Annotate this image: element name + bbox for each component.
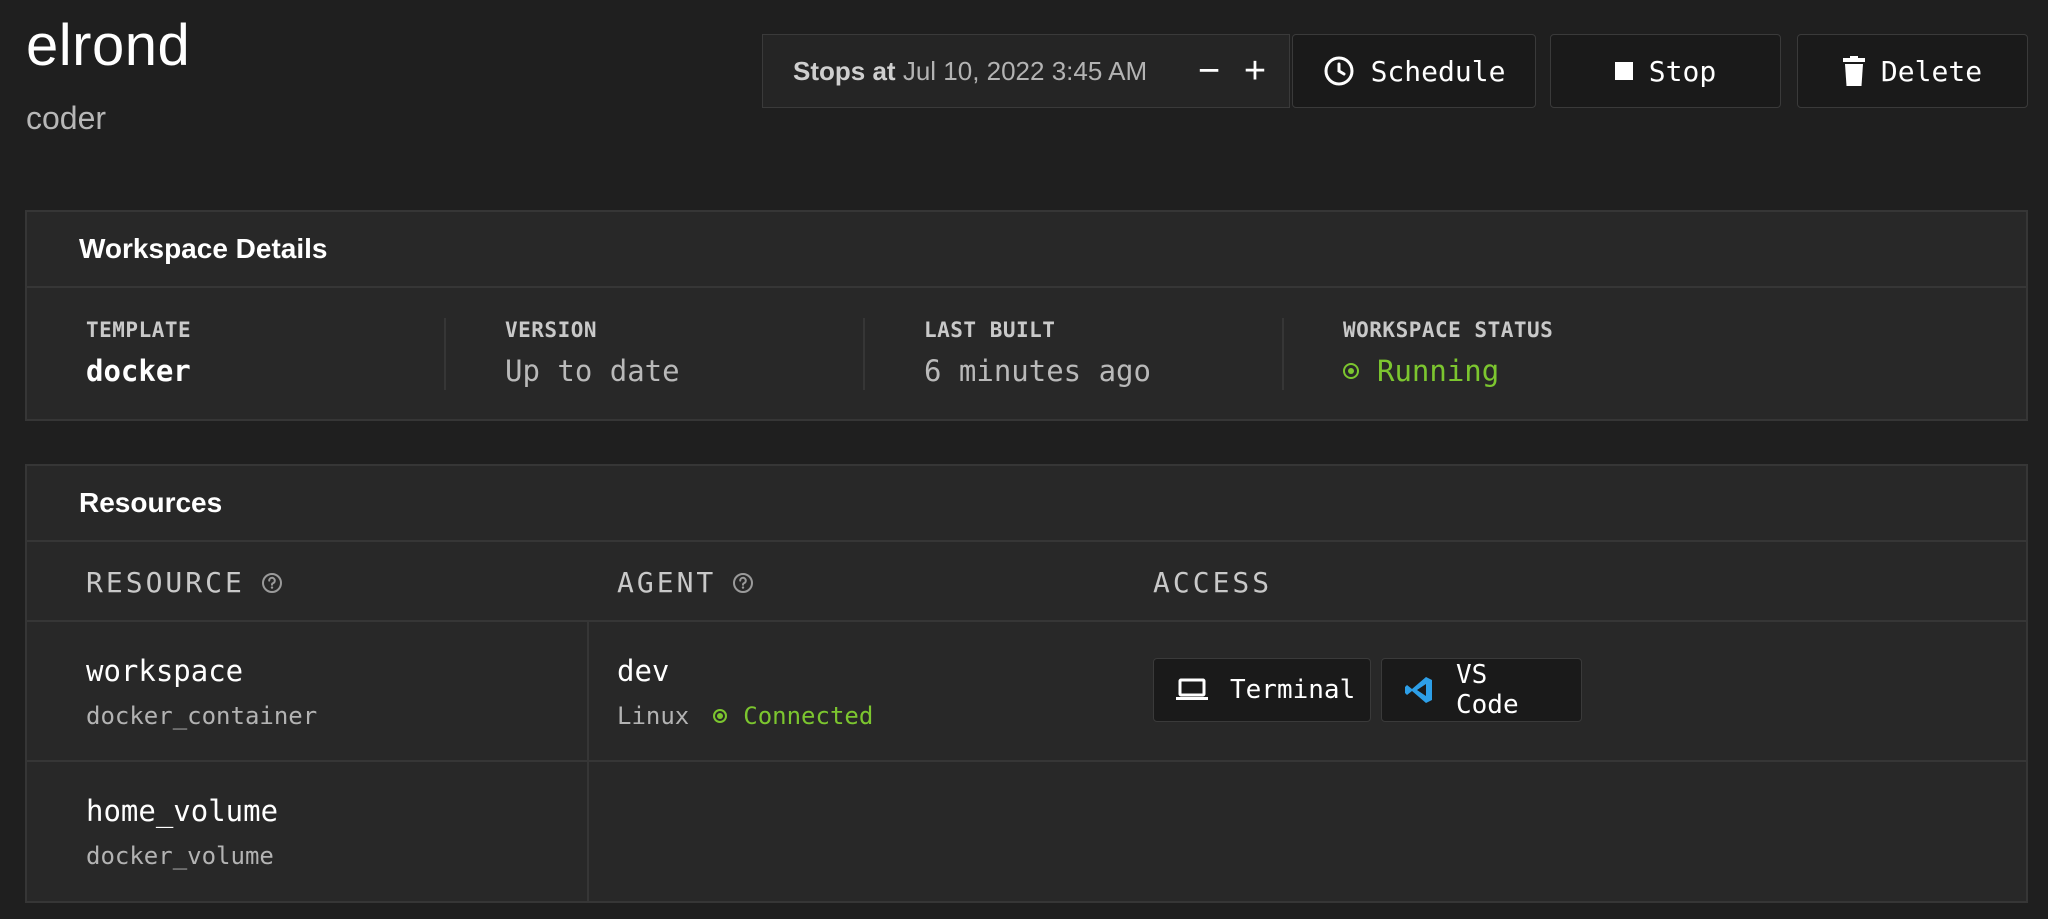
- detail-template-value: docker: [86, 354, 191, 388]
- agent-meta: Linux Connected: [617, 702, 873, 730]
- workspace-owner: coder: [26, 100, 107, 136]
- column-divider: [587, 762, 589, 901]
- resource-name: workspace: [86, 654, 244, 688]
- detail-divider: [863, 318, 865, 390]
- column-divider: [587, 622, 589, 762]
- stops-at-text: Stops at Jul 10, 2022 3:45 AM: [793, 56, 1147, 87]
- schedule-banner: Stops at Jul 10, 2022 3:45 AM − +: [762, 34, 1290, 108]
- terminal-button-label: Terminal: [1230, 675, 1356, 705]
- workspace-status-badge: Running: [1343, 354, 1553, 388]
- access-column-header: ACCESS: [1153, 566, 1272, 599]
- detail-status-label: WORKSPACE STATUS: [1343, 318, 1554, 342]
- detail-template-label: TEMPLATE: [86, 318, 192, 342]
- schedule-button[interactable]: Schedule: [1292, 34, 1536, 108]
- workspace-status-value: Running: [1377, 354, 1500, 388]
- stop-button[interactable]: Stop: [1550, 34, 1781, 108]
- help-icon[interactable]: [732, 572, 754, 594]
- agent-column-header: AGENT: [617, 566, 754, 599]
- laptop-icon: [1176, 678, 1208, 702]
- resource-name: home_volume: [86, 794, 279, 828]
- resources-title: Resources: [27, 466, 2026, 542]
- agent-os: Linux: [617, 702, 690, 730]
- vscode-icon: [1404, 675, 1434, 705]
- detail-last-built-value: 6 minutes ago: [924, 354, 1151, 388]
- agent-header-label: AGENT: [617, 566, 717, 599]
- trash-icon: [1842, 56, 1865, 86]
- status-dot-icon: [1343, 363, 1359, 379]
- stops-at-value: Jul 10, 2022 3:45 AM: [902, 55, 1148, 86]
- agent-name: dev: [617, 654, 670, 688]
- status-dot-icon: [713, 709, 728, 723]
- detail-workspace-status: WORKSPACE STATUS Running: [1343, 318, 1553, 388]
- delete-button-label: Delete: [1880, 54, 1983, 88]
- terminal-button[interactable]: Terminal: [1153, 658, 1371, 722]
- resources-card: Resources RESOURCE AGENT ACCESS workspac…: [25, 464, 2028, 903]
- table-row: workspace docker_container dev Linux Con…: [27, 622, 2026, 762]
- help-icon[interactable]: [261, 572, 283, 594]
- access-header-label: ACCESS: [1153, 566, 1273, 599]
- increase-deadline-button[interactable]: +: [1233, 47, 1277, 95]
- workspace-details-card: Workspace Details TEMPLATE docker VERSIO…: [25, 210, 2028, 421]
- workspace-details-stats: TEMPLATE docker VERSION Up to date LAST …: [27, 288, 2026, 420]
- detail-version: VERSION Up to date: [505, 318, 680, 388]
- detail-version-value: Up to date: [505, 354, 680, 388]
- delete-button[interactable]: Delete: [1797, 34, 2028, 108]
- detail-divider: [1282, 318, 1284, 390]
- stop-button-label: Stop: [1648, 54, 1717, 88]
- resource-header-label: RESOURCE: [86, 566, 245, 599]
- detail-template: TEMPLATE docker: [86, 318, 191, 388]
- detail-version-label: VERSION: [505, 318, 598, 342]
- workspace-details-title: Workspace Details: [27, 212, 2026, 288]
- vscode-button-label: VS Code: [1456, 660, 1519, 720]
- resources-table-header: RESOURCE AGENT ACCESS: [27, 542, 2026, 622]
- agent-status: Connected: [743, 702, 874, 730]
- schedule-button-label: Schedule: [1370, 54, 1506, 88]
- vscode-button[interactable]: VS Code: [1381, 658, 1582, 722]
- stop-icon: [1614, 62, 1633, 80]
- resource-type: docker_container: [86, 702, 318, 730]
- resource-type: docker_volume: [86, 842, 274, 870]
- agent-status-badge: Connected: [713, 702, 873, 730]
- detail-last-built: LAST BUILT 6 minutes ago: [924, 318, 1151, 388]
- decrease-deadline-button[interactable]: −: [1187, 47, 1231, 95]
- stops-at-label: Stops at: [793, 55, 896, 86]
- detail-last-built-label: LAST BUILT: [924, 318, 1056, 342]
- clock-icon: [1323, 55, 1355, 87]
- detail-divider: [444, 318, 446, 390]
- workspace-name: elrond: [26, 13, 191, 78]
- table-row: home_volume docker_volume: [27, 762, 2026, 902]
- resource-column-header: RESOURCE: [86, 566, 283, 599]
